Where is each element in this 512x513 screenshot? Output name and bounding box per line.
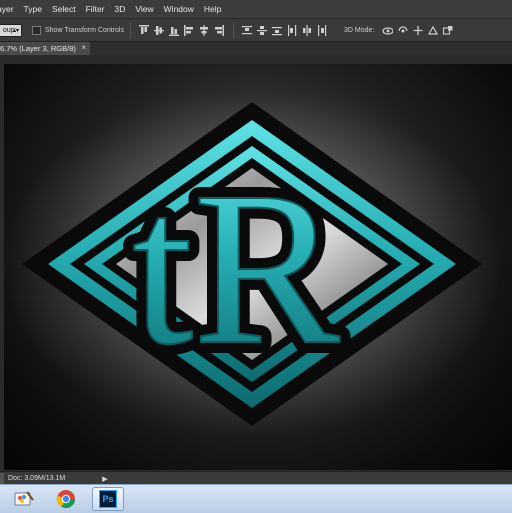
- 3d-roll-icon[interactable]: [397, 24, 408, 36]
- document-tab-bar: 6.7% (Layer 3, RGB/8) ×: [0, 42, 512, 55]
- paint-app-icon: [14, 491, 34, 506]
- 3d-rotate-icon[interactable]: [382, 24, 394, 36]
- document-tab-title: 6.7% (Layer 3, RGB/8): [0, 44, 76, 53]
- align-right-icon[interactable]: [214, 24, 225, 36]
- 3d-slide-icon[interactable]: [427, 24, 439, 36]
- document-tab[interactable]: 6.7% (Layer 3, RGB/8) ×: [0, 42, 90, 55]
- photoshop-icon: Ps: [99, 490, 117, 508]
- status-bar: Doc: 3.09M/13.1M ▶: [0, 471, 512, 485]
- canvas-area[interactable]: tR tR: [0, 55, 512, 471]
- menu-type[interactable]: Type: [19, 4, 47, 14]
- close-icon[interactable]: ×: [81, 43, 86, 52]
- distribute-bottom-icon[interactable]: [272, 24, 283, 36]
- align-bottom-icon[interactable]: [169, 24, 180, 36]
- photoshop-icon-label: Ps: [102, 494, 114, 504]
- separator: [232, 22, 234, 38]
- menu-help[interactable]: Help: [199, 4, 226, 14]
- distribute-vcenter-icon[interactable]: [257, 24, 268, 36]
- align-hcenter-icon[interactable]: [199, 24, 210, 36]
- windows-taskbar: Ps: [0, 484, 512, 513]
- artwork-canvas[interactable]: tR tR: [4, 64, 512, 470]
- align-vcenter-icon[interactable]: [154, 24, 165, 36]
- status-menu-arrow-icon[interactable]: ▶: [102, 475, 107, 483]
- logo-artwork: tR tR: [4, 89, 502, 439]
- 3d-pan-icon[interactable]: [412, 24, 423, 36]
- distribute-hcenter-icon[interactable]: [302, 24, 313, 36]
- 3d-scale-icon[interactable]: [442, 24, 453, 36]
- distribute-left-icon[interactable]: [287, 24, 298, 36]
- 3d-mode-label: 3D Mode:: [343, 26, 375, 34]
- menu-filter[interactable]: Filter: [81, 4, 110, 14]
- taskbar-chrome-button[interactable]: [50, 487, 82, 511]
- doc-size-info: Doc: 3.09M/13.1M: [8, 475, 66, 482]
- menu-select[interactable]: Select: [47, 4, 81, 14]
- menu-bar: ayer Type Select Filter 3D View Window H…: [0, 0, 512, 19]
- menu-window[interactable]: Window: [159, 4, 199, 14]
- align-top-icon[interactable]: [139, 24, 150, 36]
- menu-3d[interactable]: 3D: [110, 4, 131, 14]
- show-transform-checkbox[interactable]: [32, 25, 41, 35]
- taskbar-paint-button[interactable]: [8, 487, 40, 511]
- menu-view[interactable]: View: [130, 4, 158, 14]
- zoom-field[interactable]: [0, 473, 4, 484]
- chrome-icon: [56, 490, 75, 509]
- menu-layer[interactable]: ayer: [0, 4, 19, 14]
- align-left-icon[interactable]: [184, 24, 195, 36]
- show-transform-label: Show Transform Controls: [45, 26, 124, 34]
- chevron-updown-icon: ▴▾: [12, 27, 19, 34]
- taskbar-photoshop-button[interactable]: Ps: [92, 487, 124, 511]
- separator: [129, 22, 131, 38]
- distribute-top-icon[interactable]: [242, 24, 253, 36]
- auto-select-dropdown[interactable]: oup: ▴▾: [0, 23, 22, 37]
- options-bar: oup: ▴▾ Show Transform Controls 3D Mode:: [0, 19, 512, 42]
- logo-text: tR: [132, 146, 340, 390]
- distribute-right-icon[interactable]: [317, 24, 328, 36]
